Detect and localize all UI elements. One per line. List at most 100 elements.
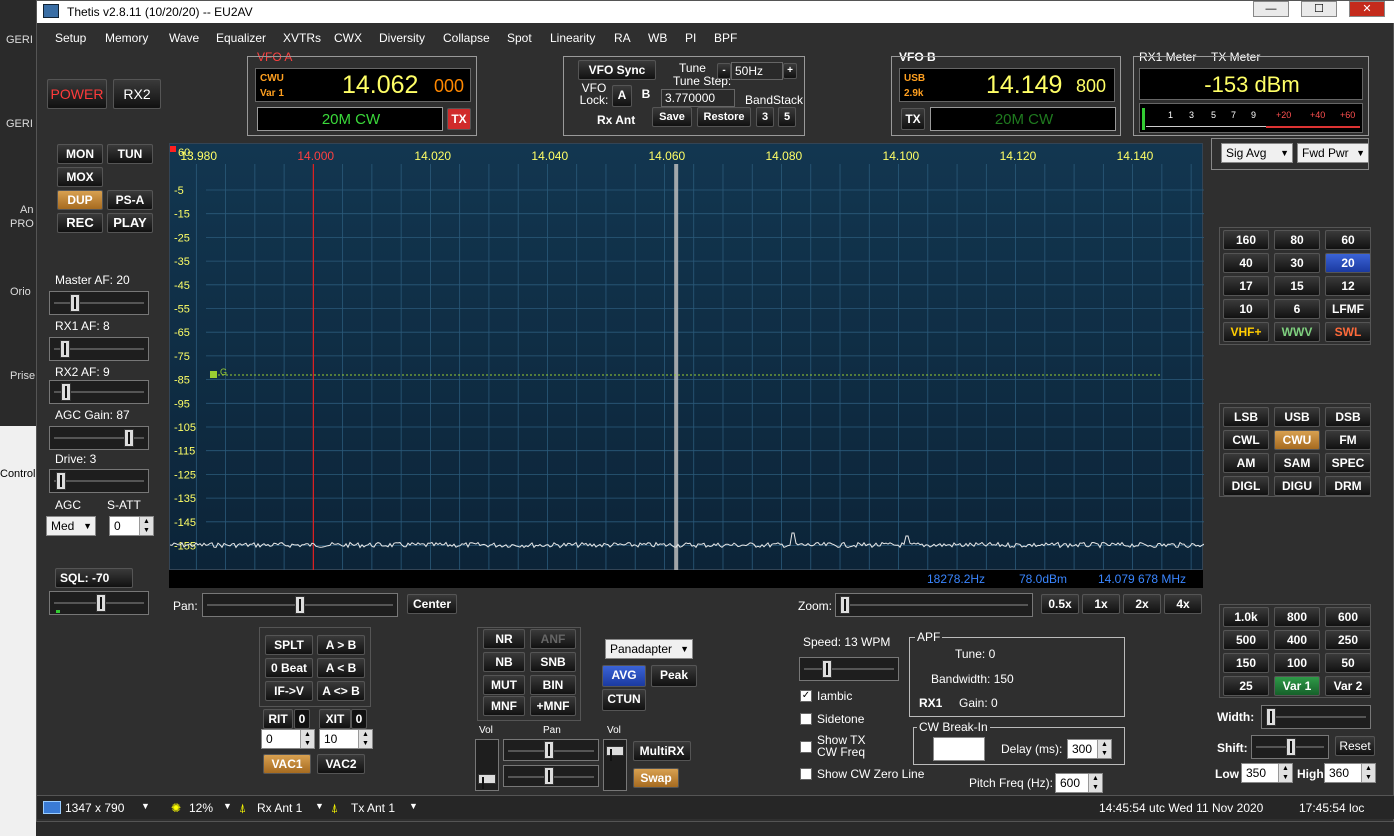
filter-250[interactable]: 250 [1325, 630, 1371, 650]
chevron-down-icon[interactable]: ▼ [315, 801, 324, 811]
filter-500[interactable]: 500 [1223, 630, 1269, 650]
filter-1-0k[interactable]: 1.0k [1223, 607, 1269, 627]
rec-button[interactable]: REC [57, 213, 103, 233]
zoom-05x-button[interactable]: 0.5x [1041, 594, 1079, 614]
breakin-delay-stepper[interactable]: 300 ▲ ▼ [1067, 739, 1112, 759]
mode-digu[interactable]: DIGU [1274, 476, 1320, 496]
zoom-4x-button[interactable]: 4x [1164, 594, 1202, 614]
ctun-button[interactable]: CTUN [602, 689, 646, 711]
menu-memory[interactable]: Memory [105, 31, 148, 45]
dup-button[interactable]: DUP [57, 190, 103, 210]
psa-button[interactable]: PS-A [107, 190, 153, 210]
sql-slider[interactable] [49, 591, 149, 615]
tune-step-minus-button[interactable]: - [717, 63, 731, 79]
if-to-v-button[interactable]: IF->V [265, 681, 313, 701]
tx-meter-mode-select[interactable]: Fwd Pwr ▼ [1297, 143, 1369, 163]
mode-drm[interactable]: DRM [1325, 476, 1371, 496]
menu-wave[interactable]: Wave [169, 31, 199, 45]
menu-equalizer[interactable]: Equalizer [216, 31, 266, 45]
desktop-icon-label[interactable]: Prise [10, 370, 35, 382]
band-60[interactable]: 60 [1325, 230, 1371, 250]
filter-150[interactable]: 150 [1223, 653, 1269, 673]
mode-fm[interactable]: FM [1325, 430, 1371, 450]
menu-bpf[interactable]: BPF [714, 31, 737, 45]
maximize-button[interactable]: ☐ [1301, 1, 1337, 17]
filter-low-stepper[interactable]: 350 ▲ ▼ [1241, 763, 1293, 783]
restore-button[interactable]: Restore [697, 107, 751, 127]
rx-ant-status[interactable]: Rx Ant 1 [257, 801, 302, 815]
rx2-vol-vslider[interactable] [603, 739, 627, 791]
vfo-sync-button[interactable]: VFO Sync [578, 60, 656, 80]
mode-lsb[interactable]: LSB [1223, 407, 1269, 427]
spin-arrows-icon[interactable]: ▲ ▼ [300, 730, 314, 748]
filter-reset-button[interactable]: Reset [1335, 736, 1375, 756]
menu-setup[interactable]: Setup [55, 31, 86, 45]
resolution-label[interactable]: 1347 x 790 [65, 801, 124, 815]
nr-button[interactable]: NR [483, 629, 525, 649]
filter-600[interactable]: 600 [1325, 607, 1371, 627]
pitch-freq-stepper[interactable]: 600 ▲ ▼ [1055, 773, 1103, 793]
bin-button[interactable]: BIN [530, 675, 576, 695]
save-button[interactable]: Save [652, 107, 692, 127]
band-vhf-[interactable]: VHF+ [1223, 322, 1269, 342]
vfob-display[interactable]: USB 2.9k 14.149 800 [899, 68, 1115, 102]
filter-400[interactable]: 400 [1274, 630, 1320, 650]
spin-arrows-icon[interactable]: ▲ ▼ [139, 517, 153, 535]
chevron-down-icon[interactable]: ▼ [223, 801, 232, 811]
menu-ra[interactable]: RA [614, 31, 631, 45]
mnf-button[interactable]: MNF [483, 696, 525, 716]
nb-button[interactable]: NB [483, 652, 525, 672]
menu-xvtrs[interactable]: XVTRs [283, 31, 321, 45]
display-mode-select[interactable]: Panadapter ▼ [605, 639, 693, 659]
menu-diversity[interactable]: Diversity [379, 31, 425, 45]
vfoa-display[interactable]: CWU Var 1 14.062 000 [255, 68, 471, 102]
zoom-slider[interactable] [835, 593, 1033, 617]
mode-usb[interactable]: USB [1274, 407, 1320, 427]
mode-sam[interactable]: SAM [1274, 453, 1320, 473]
menu-cwx[interactable]: CWX [334, 31, 362, 45]
multirx-button[interactable]: MultiRX [633, 741, 691, 761]
power-button[interactable]: POWER [47, 79, 107, 109]
desktop-icon-label[interactable]: GERI [6, 34, 33, 46]
rx1-af-slider[interactable] [49, 337, 149, 361]
band-lfmf[interactable]: LFMF [1325, 299, 1371, 319]
sidetone-checkbox[interactable] [800, 713, 812, 725]
b-to-a-button[interactable]: A < B [317, 658, 365, 678]
menu-linearity[interactable]: Linearity [550, 31, 595, 45]
breakin-toggle[interactable] [933, 737, 985, 761]
mode-spec[interactable]: SPEC [1325, 453, 1371, 473]
chevron-down-icon[interactable]: ▼ [409, 801, 418, 811]
bandstack-5-button[interactable]: 5 [778, 107, 796, 127]
tx-ant-status[interactable]: Tx Ant 1 [351, 801, 395, 815]
cw-speed-slider[interactable] [799, 657, 899, 681]
menu-pi[interactable]: PI [685, 31, 696, 45]
mon-button[interactable]: MON [57, 144, 103, 164]
tune-step-plus-button[interactable]: + [783, 63, 797, 79]
band-12[interactable]: 12 [1325, 276, 1371, 296]
master-af-slider[interactable] [49, 291, 149, 315]
bandstack-3-button[interactable]: 3 [756, 107, 774, 127]
desktop-icon-label[interactable]: PRO [10, 218, 34, 230]
spin-arrows-icon[interactable]: ▲ ▼ [1278, 764, 1292, 782]
tun-button[interactable]: TUN [107, 144, 153, 164]
rx1-pan-slider[interactable] [503, 739, 599, 761]
mode-cwl[interactable]: CWL [1223, 430, 1269, 450]
vfo-lock-a-button[interactable]: A [612, 85, 632, 107]
show-tx-cw-freq-checkbox[interactable] [800, 741, 812, 753]
vfoa-tx-button[interactable]: TX [447, 108, 471, 130]
filter-shift-slider[interactable] [1251, 735, 1329, 759]
center-button[interactable]: Center [407, 594, 457, 614]
mode-digl[interactable]: DIGL [1223, 476, 1269, 496]
band-6[interactable]: 6 [1274, 299, 1320, 319]
peak-button[interactable]: Peak [651, 665, 697, 687]
filter-800[interactable]: 800 [1274, 607, 1320, 627]
iambic-checkbox[interactable]: ✓ [800, 690, 812, 702]
band-20[interactable]: 20 [1325, 253, 1371, 273]
filter-var-2[interactable]: Var 2 [1325, 676, 1371, 696]
vfob-tx-button[interactable]: TX [901, 108, 925, 130]
band-15[interactable]: 15 [1274, 276, 1320, 296]
band-10[interactable]: 10 [1223, 299, 1269, 319]
xit-button[interactable]: XIT [319, 709, 351, 729]
filter-25[interactable]: 25 [1223, 676, 1269, 696]
rx-meter-mode-select[interactable]: Sig Avg ▼ [1221, 143, 1293, 163]
